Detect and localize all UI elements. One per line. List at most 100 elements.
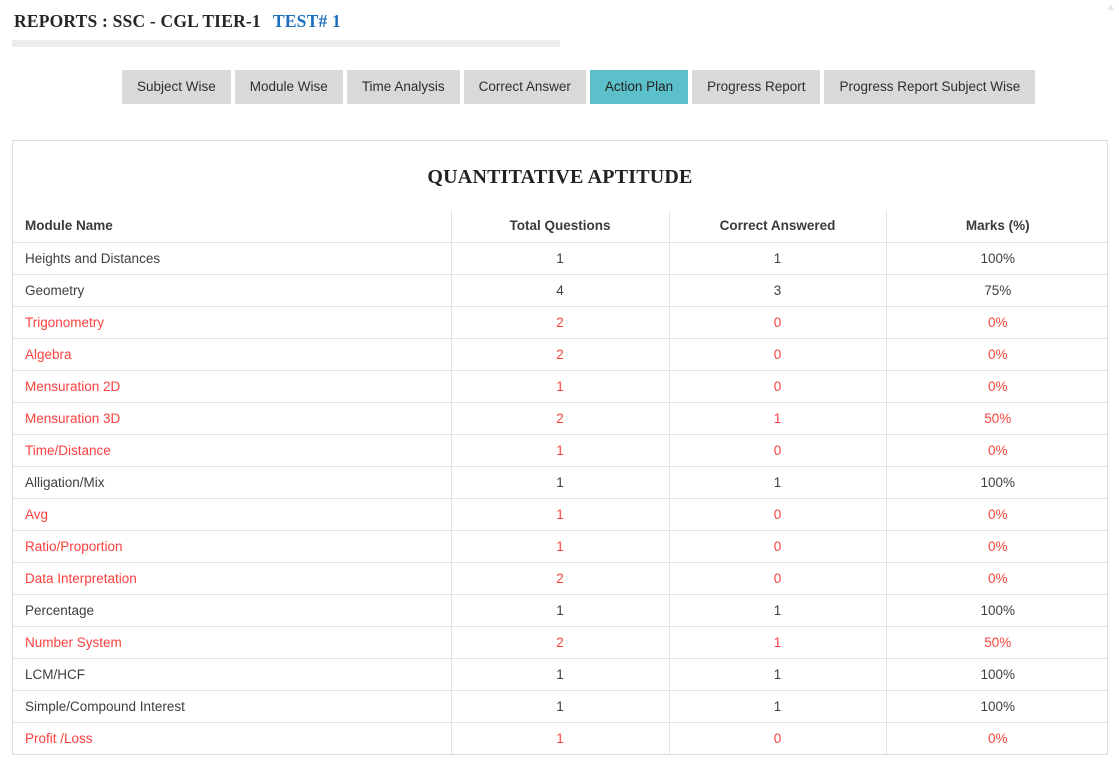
cell-module-name: Heights and Distances [13,242,451,274]
cell-total-questions: 2 [451,306,669,338]
cell-module-name: Mensuration 3D [13,402,451,434]
cell-total-questions: 1 [451,370,669,402]
table-row: Heights and Distances11100% [13,242,1109,274]
tab-progress-report-subject-wise[interactable]: Progress Report Subject Wise [824,70,1035,104]
cell-total-questions: 1 [451,658,669,690]
tab-action-plan[interactable]: Action Plan [590,70,688,104]
cell-correct-answered: 0 [669,370,886,402]
header-divider [12,40,560,47]
table-row: Percentage11100% [13,594,1109,626]
cell-correct-answered: 0 [669,562,886,594]
cell-module-name: Alligation/Mix [13,466,451,498]
cell-marks-percent: 100% [886,242,1109,274]
page-header: REPORTS : SSC - CGL TIER-1 TEST# 1 [14,11,341,32]
cell-total-questions: 2 [451,402,669,434]
cell-correct-answered: 1 [669,690,886,722]
section-title: QUANTITATIVE APTITUDE [13,141,1107,210]
table-row: Avg100% [13,498,1109,530]
cell-marks-percent: 100% [886,466,1109,498]
cell-marks-percent: 0% [886,338,1109,370]
cell-total-questions: 2 [451,626,669,658]
cell-marks-percent: 100% [886,690,1109,722]
cell-module-name: Simple/Compound Interest [13,690,451,722]
tab-progress-report[interactable]: Progress Report [692,70,820,104]
tab-correct-answer[interactable]: Correct Answer [464,70,586,104]
table-row: Geometry4375% [13,274,1109,306]
cell-correct-answered: 1 [669,402,886,434]
report-card: QUANTITATIVE APTITUDE Module Name Total … [12,140,1108,755]
test-number-link[interactable]: TEST# 1 [273,11,341,32]
table-row: Simple/Compound Interest11100% [13,690,1109,722]
cell-marks-percent: 0% [886,530,1109,562]
table-row: Data Interpretation200% [13,562,1109,594]
table-row: Time/Distance100% [13,434,1109,466]
column-header-correct-answered: Correct Answered [669,210,886,242]
cell-total-questions: 2 [451,562,669,594]
report-tabs: Subject WiseModule WiseTime AnalysisCorr… [122,70,1035,104]
cell-total-questions: 1 [451,498,669,530]
table-row: Ratio/Proportion100% [13,530,1109,562]
cell-module-name: Number System [13,626,451,658]
tab-time-analysis[interactable]: Time Analysis [347,70,460,104]
cell-module-name: Time/Distance [13,434,451,466]
cell-marks-percent: 0% [886,722,1109,754]
cell-marks-percent: 0% [886,562,1109,594]
table-header-row: Module Name Total Questions Correct Answ… [13,210,1109,242]
cell-total-questions: 1 [451,242,669,274]
scroll-top-arrow-icon[interactable]: ▲ [1104,0,1118,16]
table-row: Profit /Loss100% [13,722,1109,754]
cell-correct-answered: 0 [669,434,886,466]
cell-correct-answered: 1 [669,594,886,626]
tab-module-wise[interactable]: Module Wise [235,70,343,104]
table-row: LCM/HCF11100% [13,658,1109,690]
cell-total-questions: 1 [451,434,669,466]
cell-marks-percent: 50% [886,626,1109,658]
cell-module-name: Percentage [13,594,451,626]
cell-correct-answered: 3 [669,274,886,306]
cell-module-name: Trigonometry [13,306,451,338]
cell-correct-answered: 0 [669,306,886,338]
cell-marks-percent: 100% [886,658,1109,690]
cell-module-name: Avg [13,498,451,530]
table-row: Mensuration 2D100% [13,370,1109,402]
table-row: Mensuration 3D2150% [13,402,1109,434]
cell-marks-percent: 0% [886,498,1109,530]
cell-correct-answered: 1 [669,626,886,658]
cell-correct-answered: 0 [669,530,886,562]
cell-marks-percent: 75% [886,274,1109,306]
table-row: Algebra200% [13,338,1109,370]
cell-correct-answered: 1 [669,658,886,690]
cell-module-name: Data Interpretation [13,562,451,594]
cell-correct-answered: 1 [669,242,886,274]
cell-marks-percent: 100% [886,594,1109,626]
cell-module-name: Geometry [13,274,451,306]
cell-total-questions: 4 [451,274,669,306]
column-header-module-name: Module Name [13,210,451,242]
cell-marks-percent: 0% [886,434,1109,466]
cell-total-questions: 1 [451,530,669,562]
table-row: Number System2150% [13,626,1109,658]
cell-total-questions: 1 [451,690,669,722]
page-title: REPORTS : SSC - CGL TIER-1 [14,11,261,32]
cell-total-questions: 1 [451,594,669,626]
module-table-body: Heights and Distances11100%Geometry4375%… [13,242,1109,754]
cell-module-name: Ratio/Proportion [13,530,451,562]
tab-subject-wise[interactable]: Subject Wise [122,70,231,104]
column-header-marks-percent: Marks (%) [886,210,1109,242]
cell-module-name: Profit /Loss [13,722,451,754]
cell-module-name: Algebra [13,338,451,370]
cell-marks-percent: 0% [886,370,1109,402]
module-table: Module Name Total Questions Correct Answ… [13,210,1109,754]
cell-total-questions: 1 [451,466,669,498]
cell-total-questions: 1 [451,722,669,754]
table-row: Trigonometry200% [13,306,1109,338]
cell-correct-answered: 1 [669,466,886,498]
table-row: Alligation/Mix11100% [13,466,1109,498]
cell-correct-answered: 0 [669,722,886,754]
cell-correct-answered: 0 [669,338,886,370]
cell-module-name: Mensuration 2D [13,370,451,402]
cell-total-questions: 2 [451,338,669,370]
column-header-total-questions: Total Questions [451,210,669,242]
cell-module-name: LCM/HCF [13,658,451,690]
cell-marks-percent: 50% [886,402,1109,434]
